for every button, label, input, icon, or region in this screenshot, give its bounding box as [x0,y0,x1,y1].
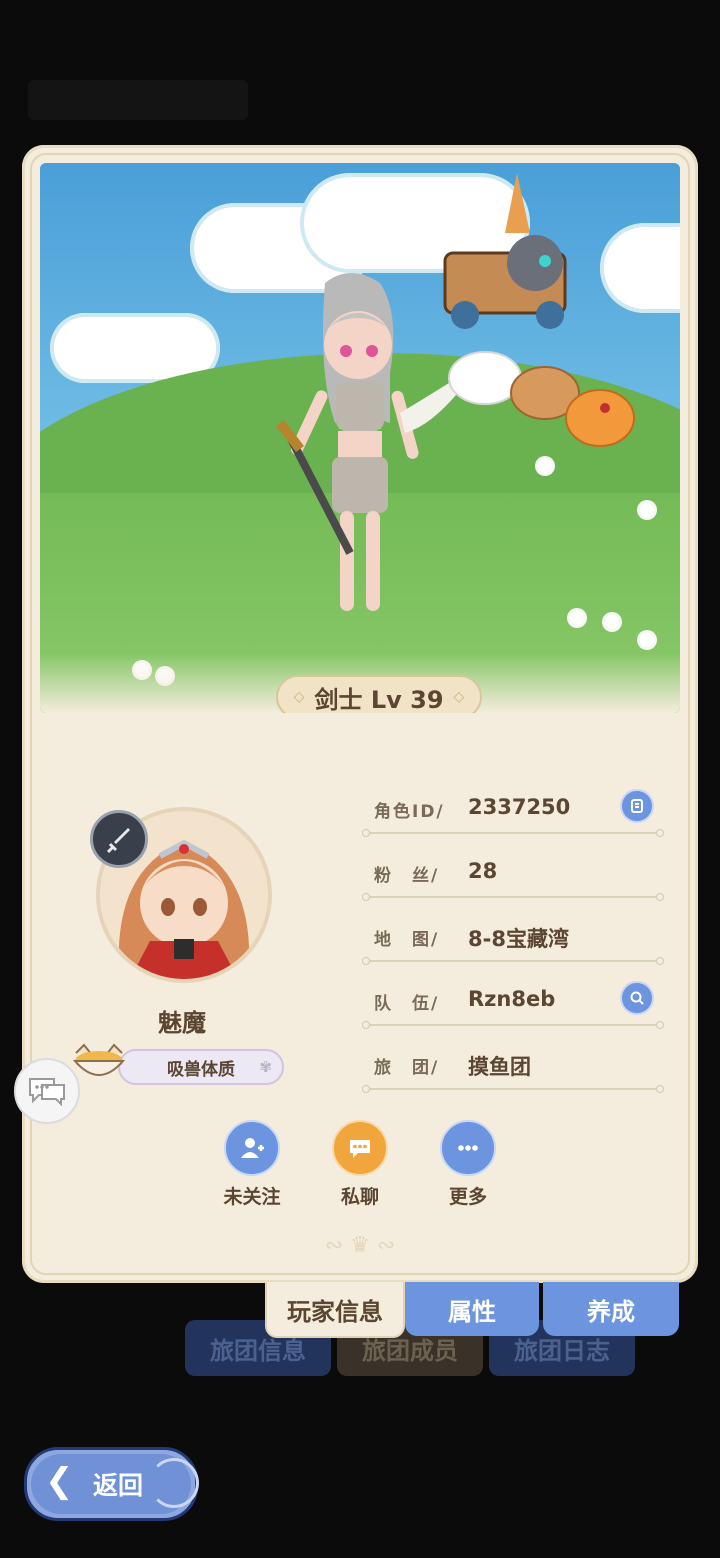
player-name: 魅魔 [158,1009,206,1037]
trait-badge: 吸兽体质 ✾ [118,1049,284,1085]
cart-pet [443,173,567,329]
card-ornament: ∾ ♛ ∾ [324,1232,396,1258]
flower [605,615,619,629]
team-label: 队 伍/ [374,994,440,1014]
divider [362,893,664,901]
tab-attributes[interactable]: 属性 [405,1282,539,1336]
more-label: 更多 [448,1186,487,1208]
sword-icon [106,828,130,854]
plush-pets [448,351,635,447]
background-title-bar [28,80,248,120]
row-role-id: 角色ID/ 2337250 [362,777,664,841]
follow-button[interactable]: 未关注 [212,1120,292,1209]
class-level-text: 剑士 Lv 39 [314,685,444,714]
player-info-card: ◇ 剑士 Lv 39 ◇ 魅魔 吸兽体质 ✾ 角色ID/ 2337250 粉 丝… [22,145,698,1283]
player-info-list: 角色ID/ 2337250 粉 丝/ 28 地 图/ 8-8宝藏湾 队 伍/ R… [362,777,664,1097]
chat-icon [29,1078,65,1107]
view-team-button[interactable] [620,981,654,1015]
row-fans: 粉 丝/ 28 [362,841,664,905]
row-map: 地 图/ 8-8宝藏湾 [362,905,664,969]
role-id-label: 角色ID/ [374,802,445,822]
divider [362,1021,664,1029]
player-character [276,273,460,611]
tab-player-info[interactable]: 玩家信息 [265,1282,405,1338]
tab-cultivation[interactable]: 养成 [543,1282,679,1336]
trait-label: 吸兽体质 [167,1059,235,1080]
back-ornament [149,1458,199,1508]
fans-label: 粉 丝/ [374,866,440,886]
search-icon [630,991,644,1005]
divider [362,957,664,965]
class-level-badge: ◇ 剑士 Lv 39 ◇ [276,675,482,713]
guild-value: 摸鱼团 [468,1055,531,1079]
diamond-icon: ◇ [293,689,305,705]
guild-label: 旅 团/ [374,1058,440,1078]
fans-value: 28 [468,859,498,883]
follow-label: 未关注 [223,1186,281,1208]
diamond-icon: ◇ [453,689,465,705]
more-button[interactable]: 更多 [428,1120,508,1209]
swordsman-class-icon [90,810,148,868]
map-value: 8-8宝藏湾 [468,927,569,951]
add-user-icon [241,1138,264,1158]
chat-bubble-icon [350,1140,370,1158]
follow-circle [224,1120,280,1176]
divider [362,829,664,837]
pet-bowl-icon [72,1043,126,1076]
chat-label: 私聊 [340,1186,379,1208]
profile-tabs: 玩家信息 属性 养成 [265,1282,681,1338]
flower [640,503,654,517]
team-value: Rzn8eb [468,987,556,1011]
paw-icon: ✾ [259,1058,272,1076]
copy-icon [631,799,643,813]
role-id-value: 2337250 [468,795,571,819]
divider [362,1085,664,1093]
back-button[interactable]: ❮ 返回 [24,1447,199,1521]
back-label: 返回 [93,1471,144,1500]
more-circle [440,1120,496,1176]
cloud [600,223,680,313]
row-guild: 旅 团/ 摸鱼团 [362,1033,664,1097]
flower [640,633,654,647]
back-arrow-icon: ❮ [45,1461,74,1501]
flower [570,611,584,625]
more-dots-icon [458,1145,478,1151]
chat-circle [332,1120,388,1176]
row-team: 队 伍/ Rzn8eb [362,969,664,1033]
action-bar: 未关注 私聊 更多 [212,1120,512,1210]
character-scene: ◇ 剑士 Lv 39 ◇ [40,163,680,713]
map-label: 地 图/ [374,930,440,950]
copy-id-button[interactable] [620,789,654,823]
chat-button[interactable]: 私聊 [320,1120,400,1209]
